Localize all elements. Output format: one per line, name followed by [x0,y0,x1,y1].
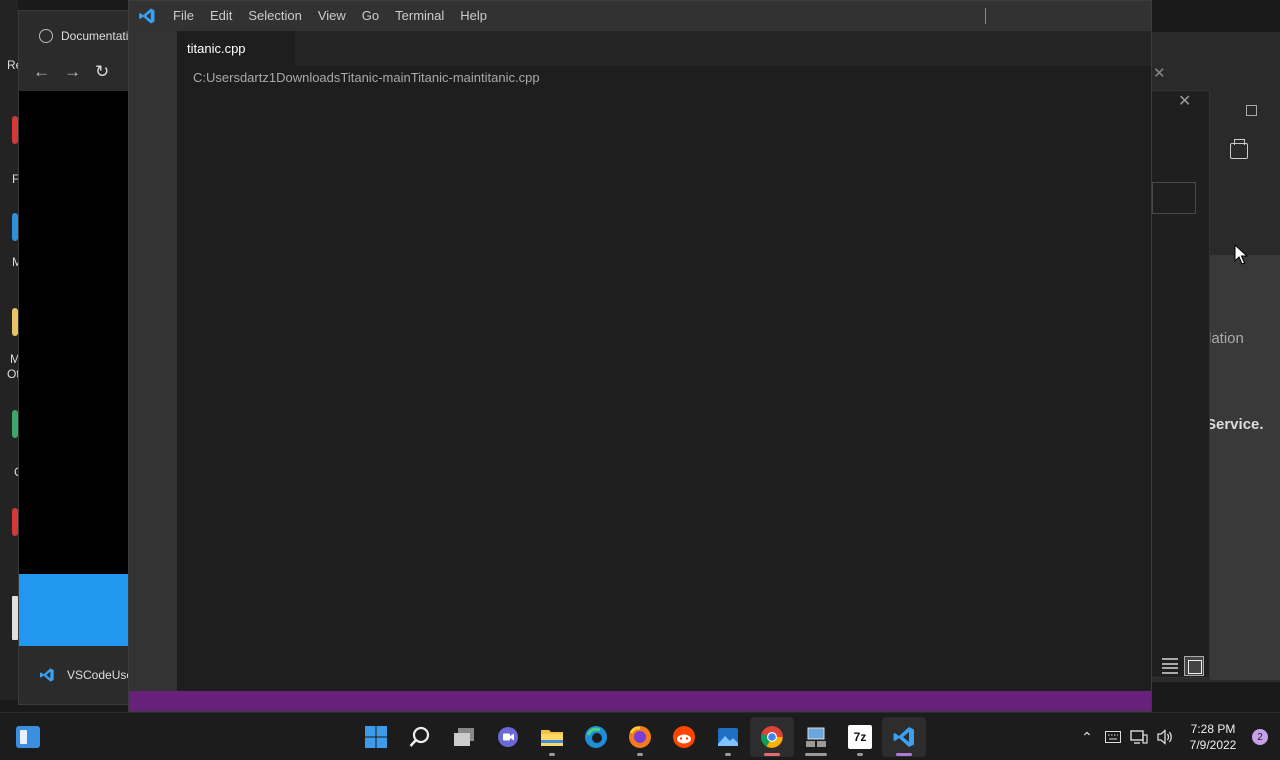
menu-bar: File Edit Selection View Go Terminal Hel… [165,1,495,31]
dialog-input[interactable] [1152,182,1196,214]
dialog-panel [1150,90,1210,678]
chevron-up-icon[interactable]: ⌃ [1074,725,1100,749]
search-icon [409,726,430,747]
status-bar [129,691,1151,711]
running-indicator [857,753,863,756]
network-app-icon [806,727,826,747]
keyboard-icon[interactable] [1100,725,1126,749]
reddit-button[interactable] [662,717,706,757]
maximize-icon[interactable] [1246,105,1257,116]
chat-icon [498,727,518,747]
chrome-icon [761,726,783,748]
tab-label: titanic.cpp [187,41,246,56]
reddit-icon [673,726,695,748]
editor-area[interactable]: titanic.cpp C:Usersdartz1DownloadsTitani… [177,31,1151,691]
dialog-close-icon[interactable]: ✕ [1178,91,1191,111]
menu-help[interactable]: Help [452,1,495,31]
browser-tab-title: Documentati [61,29,129,43]
edge-button[interactable] [574,717,618,757]
taskbar-apps: 7z [354,717,926,757]
photos-icon [718,728,738,746]
print-icon[interactable] [1230,139,1248,159]
vscode-logo-icon [129,1,165,31]
vscode-window[interactable]: File Edit Selection View Go Terminal Hel… [128,0,1152,712]
clock-date: 7/9/2022 [1189,738,1237,752]
running-indicator [549,753,555,756]
reload-icon[interactable]: ↻ [95,62,109,82]
menu-selection[interactable]: Selection [240,1,309,31]
network-app-button[interactable] [794,717,838,757]
desktop-icon-column: Re F M M Ot C [0,0,23,700]
taskbar: 7z ⌃ 7:28 PM 7/9/2022 2 [0,712,1280,760]
file-explorer-icon [541,730,563,746]
background-text: Service. [1206,416,1264,433]
breadcrumb[interactable]: C:Usersdartz1DownloadsTitanic-mainTitani… [193,70,540,85]
menu-edit[interactable]: Edit [202,1,240,31]
forward-arrow-icon[interactable]: → [64,62,81,82]
tab-titanic-cpp[interactable]: titanic.cpp [177,31,295,66]
running-indicator [725,753,731,756]
network-icon[interactable] [1126,725,1152,749]
7zip-button[interactable]: 7z [838,717,882,757]
edge-icon [585,726,607,748]
7zip-label: 7z [853,730,867,744]
close-icon[interactable]: ✕ [1153,64,1166,82]
clock[interactable]: 7:28 PM 7/9/2022 [1178,721,1248,753]
menu-go[interactable]: Go [354,1,387,31]
browser-bottom-label: VSCodeUse [67,668,134,682]
menu-view[interactable]: View [310,1,354,31]
widgets-icon[interactable] [16,726,40,748]
photos-button[interactable] [706,717,750,757]
vscode-button[interactable] [882,717,926,757]
firefox-icon [629,726,651,748]
running-indicator [805,753,827,756]
tab-bar: titanic.cpp [177,31,1151,66]
mouse-cursor-icon [1234,244,1248,265]
start-button[interactable] [354,717,398,757]
search-button[interactable] [398,717,442,757]
clock-time: 7:28 PM [1190,722,1236,736]
chrome-button[interactable] [750,717,794,757]
task-view-button[interactable] [442,717,486,757]
running-indicator [637,753,643,756]
running-indicator [896,753,912,756]
volume-icon[interactable] [1152,725,1178,749]
task-view-icon [454,728,474,746]
system-tray: ⌃ 7:28 PM 7/9/2022 2 [1074,713,1280,760]
firefox-button[interactable] [618,717,662,757]
running-indicator [764,753,780,756]
notification-badge[interactable]: 2 [1252,729,1268,745]
7zip-icon: 7z [848,725,872,749]
menu-terminal[interactable]: Terminal [387,1,452,31]
vscode-icon [40,668,54,682]
globe-icon [39,29,53,43]
chat-button[interactable] [486,717,530,757]
start-icon [365,726,387,748]
file-explorer-button[interactable] [530,717,574,757]
title-divider [985,8,986,24]
page-view-icon[interactable] [1184,656,1204,676]
background-text: lation [1208,330,1244,347]
list-view-icon[interactable] [1162,658,1178,674]
vscode-icon [893,727,914,747]
title-bar: File Edit Selection View Go Terminal Hel… [129,1,1151,31]
back-arrow-icon[interactable]: ← [33,62,50,82]
menu-file[interactable]: File [165,1,202,31]
activity-bar [129,31,177,691]
background-panel [1210,255,1280,680]
